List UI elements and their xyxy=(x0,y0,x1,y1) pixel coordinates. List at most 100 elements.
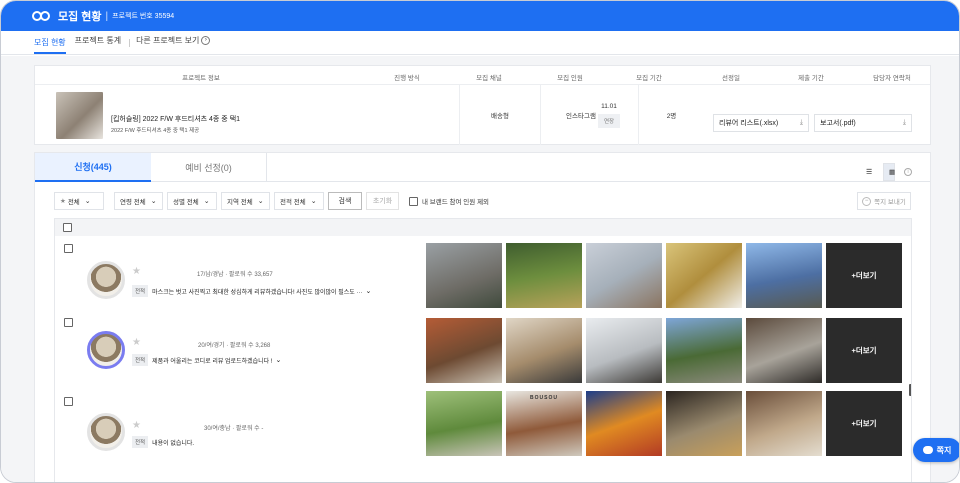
download-icon: ⤓ xyxy=(799,119,803,126)
photo-strip: BOUSOU +더보기 xyxy=(426,391,902,456)
photo-thumbnail[interactable] xyxy=(746,391,822,456)
avatar[interactable] xyxy=(87,331,125,369)
photo-sign-text: BOUSOU xyxy=(530,395,558,401)
tab-other-projects[interactable]: 다른 프로젝트 보기 › xyxy=(136,30,214,54)
photo-thumbnail[interactable] xyxy=(426,243,502,308)
chat-bubble-icon xyxy=(922,446,933,454)
gender-filter-select[interactable]: 성별 전체 ⌄ xyxy=(167,192,217,210)
photo-thumbnail[interactable] xyxy=(506,243,582,308)
tab-recruit-status[interactable]: 모집 현황 xyxy=(34,31,66,54)
photo-thumbnail[interactable] xyxy=(586,318,662,383)
photo-strip: +더보기 xyxy=(426,318,902,383)
tab-applications[interactable]: 신청(445) xyxy=(35,153,151,182)
grid-view-icon[interactable]: ▦ xyxy=(883,163,895,181)
select-value: 지역 전체 xyxy=(227,199,253,206)
tab-divider xyxy=(129,38,131,47)
product-thumbnail xyxy=(56,92,103,139)
photo-thumbnail[interactable] xyxy=(586,243,662,308)
review-text: 마스크는 벗고 사진찍고 최대한 성심하게 리뷰하겠습니다! 사진도 많이많이 … xyxy=(152,289,363,296)
applicant-meta: 17/남/경남 · 팔로워 수 33,657 xyxy=(197,272,273,278)
photo-thumbnail[interactable] xyxy=(426,318,502,383)
col-selection-date: 선정일 xyxy=(722,75,740,82)
chevron-down-icon: ⌄ xyxy=(310,198,317,205)
select-all-checkbox[interactable] xyxy=(63,223,72,232)
exclude-brand-checkbox[interactable]: 내 브랜드 참여 인원 제외 xyxy=(409,196,489,206)
method-value: 배송형 xyxy=(491,113,509,120)
select-value: 연령 전체 xyxy=(120,199,146,206)
photo-thumbnail[interactable] xyxy=(666,318,742,383)
age-filter-select[interactable]: 연령 전체 ⌄ xyxy=(114,192,163,210)
more-photos-button[interactable]: +더보기 xyxy=(826,243,902,308)
row-checkbox[interactable] xyxy=(64,244,73,253)
review-line[interactable]: 전적 제품과 어울리는 코디로 리뷰 업로드하겠습니다 ! ⌄ xyxy=(132,354,281,366)
chat-button[interactable]: 쪽지 xyxy=(913,438,959,462)
review-text: 내용이 없습니다. xyxy=(152,440,195,447)
checkbox-label: 내 브랜드 참여 인원 제외 xyxy=(422,199,490,206)
photo-thumbnail[interactable] xyxy=(666,391,742,456)
review-line[interactable]: 전적 내용이 없습니다. xyxy=(132,436,194,448)
chat-label: 쪽지 xyxy=(936,445,952,455)
photo-thumbnail[interactable] xyxy=(426,391,502,456)
recruit-date: 11.01 xyxy=(601,102,617,110)
tab-reserve-selection[interactable]: 예비 선정(0) xyxy=(151,153,267,182)
subtab-bar: 모집 현황 프로젝트 통계 다른 프로젝트 보기 › xyxy=(1,30,959,55)
applicant-meta: 30/여/충남 · 팔로워 수 - xyxy=(204,426,264,432)
career-filter-select[interactable]: 전적 전체 ⌄ xyxy=(274,192,324,210)
favorite-star-icon[interactable]: ★ xyxy=(132,266,141,277)
row-checkbox[interactable] xyxy=(64,397,73,406)
career-badge: 전적 xyxy=(132,285,149,297)
photo-thumbnail[interactable] xyxy=(586,391,662,456)
search-button[interactable]: 검색 xyxy=(328,192,362,210)
star-filter-select[interactable]: ★ 전체 ⌄ xyxy=(54,192,104,210)
photo-thumbnail[interactable] xyxy=(666,243,742,308)
col-contact: 담당자 연락처 xyxy=(873,75,911,82)
region-filter-select[interactable]: 지역 전체 ⌄ xyxy=(221,192,270,210)
chevron-down-icon: ⌄ xyxy=(257,198,264,205)
favorite-star-icon[interactable]: ★ xyxy=(132,420,141,431)
tab-label: 프로젝트 통계 xyxy=(74,35,122,45)
report-download-button[interactable]: 보고서(.pdf) ⤓ xyxy=(814,114,912,132)
avatar[interactable] xyxy=(87,261,125,299)
select-value: 전체 xyxy=(67,199,80,206)
send-message-button[interactable]: − 쪽지 보내기 xyxy=(857,192,911,210)
project-number: 프로젝트 번호 35594 xyxy=(112,13,175,20)
photo-thumbnail[interactable] xyxy=(506,318,582,383)
chevron-circle-icon: › xyxy=(201,35,211,45)
method-cell: 배송형 xyxy=(459,85,540,145)
more-photos-button[interactable]: +더보기 xyxy=(826,391,902,456)
reset-button[interactable]: 초기화 xyxy=(366,192,399,210)
tab-project-stats[interactable]: 프로젝트 통계 xyxy=(75,30,125,54)
row-checkbox[interactable] xyxy=(64,318,73,327)
more-photos-button[interactable]: +더보기 xyxy=(826,318,902,383)
period-cell: 11.01 연장 xyxy=(580,85,638,145)
chevron-down-icon: ⌄ xyxy=(84,198,91,205)
star-icon: ★ xyxy=(60,198,66,205)
logo-icon xyxy=(32,10,52,22)
chevron-down-icon: ⌄ xyxy=(203,198,210,205)
col-project-info: 프로젝트 정보 xyxy=(182,75,220,82)
status-badge: 연장 xyxy=(597,113,621,128)
tab-label: 다른 프로젝트 보기 xyxy=(136,35,200,45)
chevron-down-icon: ⌄ xyxy=(150,198,157,205)
reviewer-list-download-button[interactable]: 리뷰어 리스트(.xlsx) ⤓ xyxy=(713,114,809,132)
list-view-icon[interactable]: ☰ xyxy=(866,169,874,176)
tab-label: 모집 현황 xyxy=(34,38,66,47)
filter-bar: ★ 전체 ⌄ 연령 전체 ⌄ 성별 전체 ⌄ 지역 전체 ⌄ 전적 전체 ⌄ 검색 초기화 … xyxy=(54,192,489,210)
photo-thumbnail[interactable]: BOUSOU xyxy=(506,391,582,456)
download-label: 보고서(.pdf) xyxy=(820,120,856,127)
col-period: 모집 기간 xyxy=(636,75,662,82)
review-text: 제품과 어울리는 코디로 리뷰 업로드하겠습니다 ! xyxy=(152,358,273,365)
career-badge: 전적 xyxy=(132,436,149,448)
favorite-star-icon[interactable]: ★ xyxy=(132,337,141,348)
avatar[interactable] xyxy=(87,413,125,451)
info-icon[interactable]: i xyxy=(904,168,912,176)
minus-circle-icon: − xyxy=(862,196,872,206)
photo-thumbnail[interactable] xyxy=(746,243,822,308)
career-badge: 전적 xyxy=(132,354,149,366)
review-line[interactable]: 전적 마스크는 벗고 사진찍고 최대한 성심하게 리뷰하겠습니다! 사진도 많이많… xyxy=(132,285,371,297)
photo-thumbnail[interactable] xyxy=(746,318,822,383)
applicant-row: ★ 30/여/충남 · 팔로워 수 - 전적 내용이 없습니다. BOUSOU +… xyxy=(55,391,911,482)
project-subtitle: 2022 F/W 후드티셔츠 4종 중 택1 제공 xyxy=(111,128,200,134)
chevron-down-icon: ⌄ xyxy=(275,357,282,364)
scrollbar-thumb[interactable] xyxy=(909,384,911,396)
